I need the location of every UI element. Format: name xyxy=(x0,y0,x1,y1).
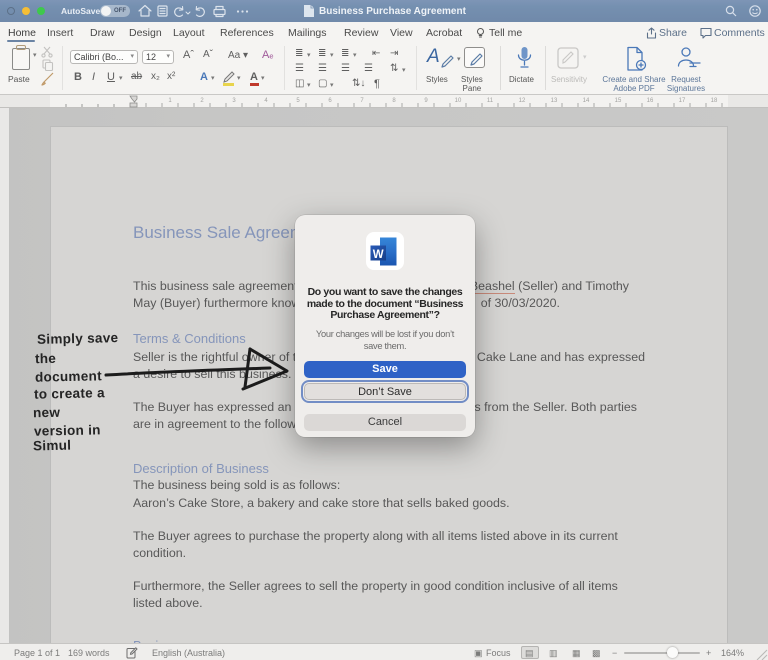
svg-text:11: 11 xyxy=(487,98,494,104)
svg-text:17: 17 xyxy=(679,98,686,104)
svg-text:4: 4 xyxy=(264,98,268,104)
svg-text:W: W xyxy=(373,249,384,261)
svg-text:9: 9 xyxy=(424,98,428,104)
svg-text:15: 15 xyxy=(615,98,622,104)
svg-text:5: 5 xyxy=(296,98,300,104)
svg-text:14: 14 xyxy=(583,98,590,104)
svg-text:10: 10 xyxy=(455,98,462,104)
svg-text:3: 3 xyxy=(232,98,236,104)
svg-text:13: 13 xyxy=(551,98,558,104)
svg-text:2: 2 xyxy=(200,98,204,104)
svg-text:6: 6 xyxy=(328,98,332,104)
svg-text:18: 18 xyxy=(711,98,718,104)
svg-text:8: 8 xyxy=(392,98,396,104)
svg-text:12: 12 xyxy=(519,98,526,104)
svg-text:7: 7 xyxy=(360,98,364,104)
svg-text:16: 16 xyxy=(647,98,654,104)
svg-text:1: 1 xyxy=(168,98,172,104)
